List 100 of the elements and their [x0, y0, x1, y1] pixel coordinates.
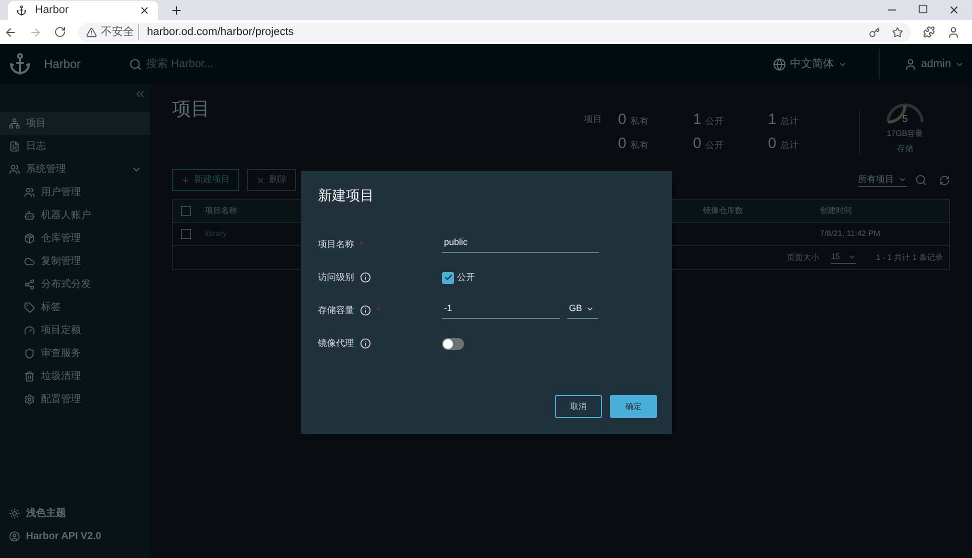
field-label: 存储容量	[318, 304, 354, 317]
warning-icon	[86, 26, 97, 38]
field-label: 访问级别	[318, 270, 354, 284]
user-circle-icon	[9, 531, 20, 542]
stat-count: 0	[768, 134, 776, 154]
stat-count: 1	[768, 110, 776, 130]
unit-select[interactable]: GB	[567, 302, 598, 319]
star-icon[interactable]	[892, 26, 903, 38]
checkbox[interactable]	[181, 206, 191, 216]
globe-icon	[773, 58, 786, 70]
storage-value: 5	[902, 113, 908, 127]
cloud-icon	[24, 256, 35, 267]
back-icon[interactable]	[4, 26, 17, 38]
stat-label: 私有	[630, 138, 648, 152]
sidebar-footer-link[interactable]: 浅色主题	[26, 506, 66, 521]
brand-name: Harbor	[44, 56, 82, 73]
user-menu[interactable]: admin	[904, 56, 964, 72]
sidebar-footer-link[interactable]: Harbor API V2.0	[26, 529, 102, 544]
sidebar-item[interactable]: 仓库管理	[0, 227, 150, 250]
extensions-icon[interactable]	[923, 26, 935, 38]
table-cell: 7/8/21, 11:42 PM	[820, 228, 880, 240]
quota-field[interactable]: -1	[442, 302, 560, 319]
dialog-title: 新建项目	[318, 186, 375, 205]
gauge-icon	[24, 325, 35, 336]
new-tab-icon[interactable]	[170, 4, 183, 17]
check-icon	[444, 273, 452, 282]
sidebar-item[interactable]: 配置管理	[0, 388, 150, 411]
plus-icon	[181, 176, 190, 184]
checkbox-label: 公开	[457, 270, 475, 284]
caret-icon	[848, 253, 856, 261]
info-icon[interactable]	[360, 272, 371, 283]
sun-icon	[9, 508, 20, 519]
column-header: 创建时间	[820, 205, 852, 217]
stat-count: 0	[693, 134, 702, 154]
sidebar-item[interactable]: 系统管理	[0, 158, 150, 181]
sidebar-item[interactable]: 项目	[0, 112, 150, 135]
storage-gauge	[885, 102, 925, 124]
user-icon	[904, 58, 918, 70]
storage-label: 存储	[897, 143, 913, 155]
stat-label: 总计	[780, 114, 798, 128]
address-bar[interactable]: 不安全 harbor.od.com/harbor/projects	[78, 22, 911, 42]
cancel-button[interactable]: 取消	[555, 395, 602, 418]
toggle-switch[interactable]	[442, 338, 464, 350]
reload-icon[interactable]	[54, 26, 66, 38]
checkbox[interactable]	[442, 272, 454, 284]
sidebar-item[interactable]: 用户管理	[0, 181, 150, 204]
browser-tab[interactable]: Harbor	[8, 1, 158, 20]
shield-icon	[24, 348, 35, 359]
maximize-icon[interactable]	[918, 4, 928, 14]
sidebar-item[interactable]: 复制管理	[0, 250, 150, 273]
page-size-select[interactable]: 15	[830, 251, 856, 264]
stat-label: 总计	[780, 138, 798, 152]
sidebar-item[interactable]: 分布式分发	[0, 273, 150, 296]
url-text: harbor.od.com/harbor/projects	[147, 24, 294, 40]
toolbar-button[interactable]: 新建项目	[172, 169, 239, 191]
confirm-button[interactable]: 确定	[610, 395, 657, 418]
caret-icon	[898, 175, 907, 184]
sidebar-item[interactable]: 机器人账户	[0, 204, 150, 227]
stat-label: 私有	[630, 114, 648, 128]
toolbar-button[interactable]: 删除	[247, 169, 296, 191]
key-icon[interactable]	[869, 26, 880, 38]
stat-count: 0	[618, 110, 626, 130]
network-icon	[9, 118, 20, 129]
page-title: 项目	[172, 98, 211, 122]
page-size-label: 页面大小	[786, 252, 819, 264]
checkbox[interactable]	[181, 229, 191, 239]
info-icon[interactable]	[360, 338, 371, 349]
sidebar-item[interactable]: 标签	[0, 296, 150, 319]
sidebar-item[interactable]: 垃圾清理	[0, 365, 150, 388]
sidebar-item[interactable]: 审查服务	[0, 342, 150, 365]
pagination-summary: 1 - 1 共计 1 条记录	[876, 252, 943, 264]
settings-icon	[24, 394, 35, 405]
project-name-field[interactable]: public	[442, 236, 599, 253]
required-mark: *	[360, 238, 364, 250]
sidebar-item[interactable]: 项目定额	[0, 319, 150, 342]
required-mark: *	[377, 304, 380, 316]
close-window-icon[interactable]	[948, 4, 960, 16]
field-label: 镜像代理	[318, 336, 354, 350]
security-label: 不安全	[101, 24, 139, 40]
column-header: 项目名称	[205, 205, 238, 217]
logo-icon	[8, 52, 32, 76]
stat-label: 公开	[705, 138, 724, 152]
profile-icon[interactable]	[947, 26, 960, 38]
stat-label: 公开	[705, 114, 724, 128]
close-icon[interactable]	[139, 5, 150, 16]
info-icon[interactable]	[360, 305, 371, 316]
search-icon	[129, 58, 142, 70]
stat-count: 1	[693, 110, 702, 130]
users-icon	[24, 187, 35, 198]
box-icon	[24, 233, 35, 244]
search-icon[interactable]	[915, 174, 927, 186]
search-field[interactable]: 搜索 Harbor...	[129, 56, 246, 72]
filter-dropdown[interactable]: 所有项目	[858, 172, 907, 188]
sidebar-item[interactable]: 日志	[0, 135, 150, 158]
close-icon	[256, 176, 265, 184]
language-menu[interactable]: 中文简体	[773, 49, 880, 79]
tag-icon	[24, 302, 35, 313]
refresh-icon[interactable]	[939, 174, 950, 186]
trash-icon	[24, 371, 35, 382]
caret-icon	[586, 305, 594, 313]
